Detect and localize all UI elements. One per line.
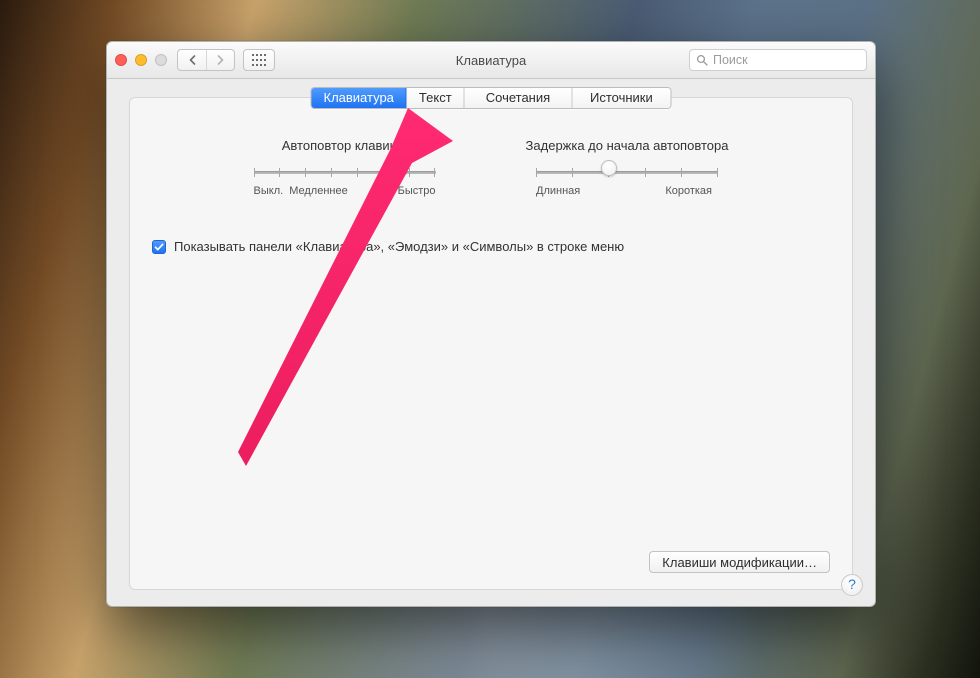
tab-shortcuts[interactable]: Сочетания клавиш: [464, 88, 572, 108]
menubar-viewer-checkbox-row: Показывать панели «Клавиатура», «Эмодзи»…: [152, 239, 830, 254]
slider-knob[interactable]: [601, 160, 617, 176]
search-field[interactable]: Поиск: [689, 49, 867, 71]
search-placeholder: Поиск: [713, 54, 748, 67]
slider-ticks: [254, 168, 436, 177]
delay-slider[interactable]: Длинная Короткая: [536, 165, 718, 197]
checkmark-icon: [154, 242, 164, 252]
key-repeat-block: Автоповтор клавиши Выкл. Медленнее Быстр…: [254, 138, 436, 203]
key-repeat-slider[interactable]: Выкл. Медленнее Быстро: [254, 165, 436, 197]
caption-long: Длинная: [536, 185, 580, 197]
tab-keyboard[interactable]: Клавиатура: [312, 88, 406, 108]
search-icon: [696, 54, 708, 66]
titlebar: Клавиатура Поиск: [107, 42, 875, 79]
sliders-row: Автоповтор клавиши Выкл. Медленнее Быстр…: [152, 138, 830, 203]
slider-knob[interactable]: [391, 160, 407, 176]
settings-panel: Клавиатура Текст Сочетания клавиш Источн…: [129, 97, 853, 590]
caption-short: Короткая: [665, 185, 712, 197]
slider-captions: Длинная Короткая: [536, 185, 718, 197]
window-content: Клавиатура Текст Сочетания клавиш Источн…: [107, 79, 875, 606]
show-all-button[interactable]: [243, 49, 275, 71]
modifier-keys-button[interactable]: Клавиши модификации…: [649, 551, 830, 573]
caption-off: Выкл.: [254, 185, 284, 197]
tab-text[interactable]: Текст: [406, 88, 464, 108]
forward-button: [206, 50, 234, 70]
menubar-viewer-checkbox[interactable]: [152, 240, 166, 254]
slider-captions: Выкл. Медленнее Быстро: [254, 185, 436, 197]
back-button[interactable]: [178, 50, 206, 70]
caption-slow: Медленнее: [289, 185, 348, 197]
chevron-left-icon: [188, 55, 197, 65]
delay-title: Задержка до начала автоповтора: [526, 138, 729, 153]
close-window-button[interactable]: [115, 54, 127, 66]
window-controls: [115, 54, 167, 66]
key-repeat-title: Автоповтор клавиши: [254, 138, 436, 153]
minimize-window-button[interactable]: [135, 54, 147, 66]
help-button[interactable]: ?: [841, 574, 863, 596]
nav-back-forward: [177, 49, 235, 71]
slider-ticks: [536, 168, 718, 177]
tab-bar: Клавиатура Текст Сочетания клавиш Источн…: [311, 87, 672, 109]
zoom-window-button: [155, 54, 167, 66]
caption-fast: Быстро: [398, 185, 436, 197]
menubar-viewer-label: Показывать панели «Клавиатура», «Эмодзи»…: [174, 239, 624, 254]
grid-icon: [252, 54, 266, 66]
chevron-right-icon: [216, 55, 225, 65]
preferences-window: Клавиатура Поиск Клавиатура Текст Сочета…: [106, 41, 876, 607]
delay-block: Задержка до начала автоповтора Длинная К…: [526, 138, 729, 203]
tab-input-sources[interactable]: Источники ввода: [571, 88, 670, 108]
